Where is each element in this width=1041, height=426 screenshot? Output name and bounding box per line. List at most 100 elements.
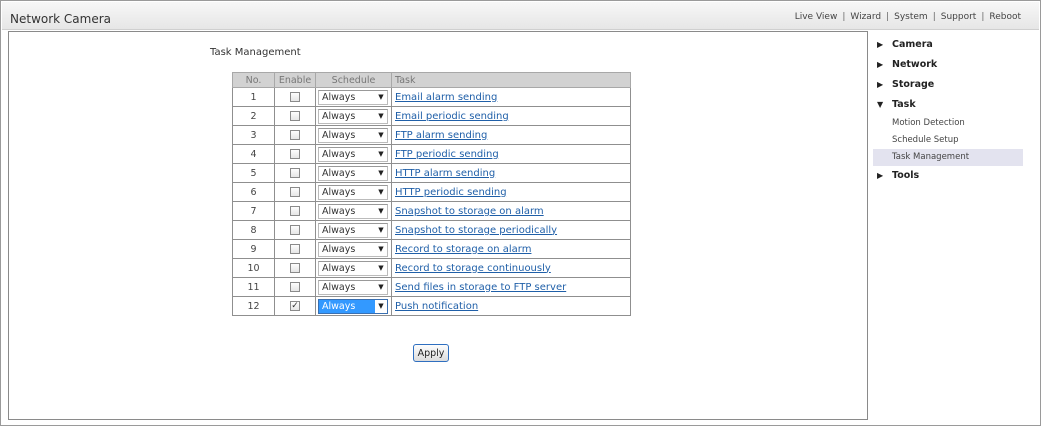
enable-cell: [274, 163, 316, 183]
task-cell: HTTP periodic sending: [391, 182, 631, 202]
schedule-value: Always: [322, 110, 356, 122]
table-row: 10 Always ▼ Record to storage continuously: [232, 258, 631, 278]
task-link[interactable]: FTP periodic sending: [395, 149, 499, 160]
enable-checkbox[interactable]: [290, 149, 300, 159]
nav-system[interactable]: System: [894, 12, 928, 22]
sidebar-item-storage[interactable]: ▶ Storage: [873, 75, 1023, 95]
enable-cell: ✓: [274, 296, 316, 316]
triangle-down-icon: ▼: [877, 100, 884, 109]
schedule-cell: Always ▼: [315, 125, 392, 145]
enable-checkbox[interactable]: [290, 130, 300, 140]
task-link[interactable]: FTP alarm sending: [395, 130, 487, 141]
enable-checkbox[interactable]: [290, 187, 300, 197]
task-link[interactable]: Email alarm sending: [395, 92, 497, 103]
schedule-cell: Always ▼: [315, 87, 392, 107]
schedule-select[interactable]: Always ▼: [318, 260, 388, 276]
task-link[interactable]: HTTP periodic sending: [395, 187, 507, 198]
schedule-cell: Always ▼: [315, 106, 392, 126]
table-row: 8 Always ▼ Snapshot to storage periodically: [232, 220, 631, 240]
triangle-right-icon: ▶: [877, 171, 884, 180]
sidebar-item-label: Tools: [892, 170, 920, 181]
task-link[interactable]: Snapshot to storage on alarm: [395, 206, 544, 217]
enable-checkbox[interactable]: [290, 111, 300, 121]
schedule-cell: Always ▼: [315, 220, 392, 240]
table-header-row: No. Enable Schedule Task: [232, 72, 631, 88]
enable-checkbox[interactable]: [290, 282, 300, 292]
enable-cell: [274, 182, 316, 202]
table-row: 4 Always ▼ FTP periodic sending: [232, 144, 631, 164]
nav-wizard[interactable]: Wizard: [850, 12, 881, 22]
chevron-down-icon: ▼: [375, 90, 387, 104]
sidebar: ▶ Camera ▶ Network ▶ Storage ▼ Task Motion Detec…: [873, 35, 1023, 186]
enable-checkbox[interactable]: [290, 206, 300, 216]
schedule-select[interactable]: Always ▼: [318, 184, 388, 200]
table-row: 3 Always ▼ FTP alarm sending: [232, 125, 631, 145]
sidebar-item-label: Task: [892, 99, 916, 110]
task-cell: Snapshot to storage on alarm: [391, 201, 631, 221]
nav-live-view[interactable]: Live View: [795, 12, 838, 22]
schedule-cell: Always ▼: [315, 144, 392, 164]
row-number: 1: [232, 87, 275, 107]
sidebar-subitem-motion-detection[interactable]: Motion Detection: [873, 115, 1023, 132]
row-number: 3: [232, 125, 275, 145]
schedule-value: Always: [322, 300, 356, 312]
sidebar-item-task[interactable]: ▼ Task: [873, 95, 1023, 115]
table-row: 1 Always ▼ Email alarm sending: [232, 87, 631, 107]
enable-checkbox[interactable]: [290, 244, 300, 254]
column-header-task: Task: [391, 72, 631, 88]
enable-checkbox[interactable]: ✓: [290, 301, 300, 311]
schedule-select[interactable]: Always ▼: [318, 279, 388, 295]
task-cell: FTP alarm sending: [391, 125, 631, 145]
schedule-cell: Always ▼: [315, 201, 392, 221]
chevron-down-icon: ▼: [375, 166, 387, 180]
task-link[interactable]: Snapshot to storage periodically: [395, 225, 557, 236]
schedule-select[interactable]: Always ▼: [318, 127, 388, 143]
row-number: 11: [232, 277, 275, 297]
apply-button[interactable]: Apply: [413, 344, 449, 362]
row-number: 8: [232, 220, 275, 240]
nav-separator: |: [932, 12, 936, 22]
enable-cell: [274, 106, 316, 126]
schedule-select[interactable]: Always ▼: [318, 241, 388, 257]
column-header-enable: Enable: [274, 72, 316, 88]
task-link[interactable]: Send files in storage to FTP server: [395, 282, 566, 293]
task-cell: HTTP alarm sending: [391, 163, 631, 183]
enable-checkbox[interactable]: [290, 92, 300, 102]
nav-separator: |: [842, 12, 846, 22]
enable-checkbox[interactable]: [290, 263, 300, 273]
task-link[interactable]: Email periodic sending: [395, 111, 509, 122]
schedule-cell: Always ▼: [315, 258, 392, 278]
task-link[interactable]: Record to storage continuously: [395, 263, 551, 274]
enable-cell: [274, 277, 316, 297]
main-content: Task Management No. Enable Schedule Task…: [8, 31, 868, 420]
schedule-value: Always: [322, 205, 356, 217]
sidebar-item-camera[interactable]: ▶ Camera: [873, 35, 1023, 55]
schedule-select[interactable]: Always ▼: [318, 89, 388, 105]
schedule-select[interactable]: Always ▼: [318, 165, 388, 181]
schedule-select[interactable]: Always ▼: [318, 108, 388, 124]
schedule-select[interactable]: Always ▼: [318, 146, 388, 162]
sidebar-item-network[interactable]: ▶ Network: [873, 55, 1023, 75]
schedule-select[interactable]: Always ▼: [318, 222, 388, 238]
task-link[interactable]: HTTP alarm sending: [395, 168, 495, 179]
nav-reboot[interactable]: Reboot: [989, 12, 1021, 22]
schedule-select[interactable]: Always ▼: [318, 203, 388, 219]
chevron-down-icon: ▼: [375, 204, 387, 218]
table-row: 2 Always ▼ Email periodic sending: [232, 106, 631, 126]
schedule-cell: Always ▼: [315, 182, 392, 202]
schedule-select[interactable]: Always ▼: [318, 298, 388, 314]
nav-support[interactable]: Support: [941, 12, 977, 22]
sidebar-item-tools[interactable]: ▶ Tools: [873, 166, 1023, 186]
sidebar-subitem-task-management[interactable]: Task Management: [873, 149, 1023, 166]
task-link[interactable]: Record to storage on alarm: [395, 244, 531, 255]
chevron-down-icon: ▼: [375, 299, 387, 313]
row-number: 9: [232, 239, 275, 259]
triangle-right-icon: ▶: [877, 80, 884, 89]
column-header-schedule: Schedule: [315, 72, 392, 88]
table-row: 7 Always ▼ Snapshot to storage on alarm: [232, 201, 631, 221]
sidebar-subitem-schedule-setup[interactable]: Schedule Setup: [873, 132, 1023, 149]
task-link[interactable]: Push notification: [395, 301, 478, 312]
enable-checkbox[interactable]: [290, 225, 300, 235]
enable-checkbox[interactable]: [290, 168, 300, 178]
column-header-no: No.: [232, 72, 275, 88]
